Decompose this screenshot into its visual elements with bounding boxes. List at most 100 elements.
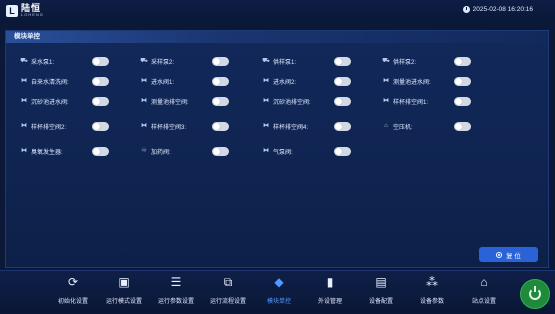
control-item: ⛟ 供样泵2: <box>382 55 416 67</box>
reset-icon <box>496 251 503 258</box>
control-label: 样杯排空阀3: <box>151 124 187 131</box>
valve-icon: ⧓ <box>141 78 147 84</box>
control-item: ⧓ 测量池进水阀: <box>382 75 431 87</box>
control-toggle[interactable] <box>334 76 351 86</box>
control-label: 加药阀: <box>151 149 171 156</box>
control-toggle[interactable] <box>334 96 351 106</box>
control-label: 采水泵1: <box>31 59 55 66</box>
init-icon: ⟳ <box>67 275 79 289</box>
nav-item[interactable]: ⌂ 站点设置 <box>454 275 514 311</box>
valve-icon: ⧓ <box>263 148 269 154</box>
control-toggle[interactable] <box>92 76 109 86</box>
module-icon: ◆ <box>274 275 284 289</box>
mode-icon: ▣ <box>118 275 130 289</box>
control-toggle[interactable] <box>92 56 109 66</box>
params-icon: ☰ <box>170 275 182 289</box>
control-toggle[interactable] <box>212 56 229 66</box>
power-button[interactable] <box>520 279 550 309</box>
control-toggle[interactable] <box>454 76 471 86</box>
control-toggle[interactable] <box>212 96 229 106</box>
peripheral-icon: ▮ <box>326 275 334 289</box>
module-control-panel: 模块单控 ⛟ 采水泵1: ⛟ 采样泵2: ⛟ 供样泵1: ⛟ 供样泵2: ⧓ 自来水清洗阀: ⧓ 进水… <box>5 30 549 268</box>
nav-item-label: 设备参数 <box>419 299 444 305</box>
nav-item-label: 初始化设置 <box>57 299 88 305</box>
control-toggle[interactable] <box>212 76 229 86</box>
control-item: ⧓ 沉砂池排空阀: <box>262 95 311 107</box>
nav-item[interactable]: ⁂ 设备参数 <box>402 275 462 311</box>
control-item: ⧓ 样杯排空阀1: <box>382 95 428 107</box>
control-label: 空压机: <box>393 124 413 131</box>
valve-icon: ⧓ <box>263 98 269 104</box>
pump-icon: ⛟ <box>262 58 270 64</box>
pump-icon: ⛟ <box>382 58 390 64</box>
control-item: ⛟ 采样泵2: <box>140 55 174 67</box>
reset-button[interactable]: 复 位 <box>479 247 538 262</box>
compressor-icon: ⌂ <box>384 123 388 129</box>
datetime-text: 2025-02-08 16:20:16 <box>472 6 533 13</box>
control-label: 样杯排空阀2: <box>31 124 67 131</box>
control-item: ⧓ 测量池排空阀: <box>140 95 189 107</box>
bottom-nav-bar: ⟳ 初始化设置 ▣ 运行模式设置 ☰ 运行参数设置 ⧉ 运行流程设置 ◆ 模块单控 ▮ 外设管理 ▤ 设备… <box>0 270 555 314</box>
nav-item-label: 运行模式设置 <box>105 299 142 305</box>
control-toggle[interactable] <box>212 146 229 156</box>
control-toggle[interactable] <box>334 146 351 156</box>
control-item: ⧓ 自来水清洗阀: <box>20 75 69 87</box>
control-toggle[interactable] <box>454 121 471 131</box>
control-toggle[interactable] <box>92 121 109 131</box>
control-item: ⛟ 供样泵1: <box>262 55 296 67</box>
nav-item-label: 设备配置 <box>368 299 393 305</box>
valve-icon: ⧓ <box>141 123 147 129</box>
control-label: 沉砂池进水阀: <box>31 99 69 106</box>
control-item: ⧓ 进水阀1: <box>140 75 174 87</box>
control-toggle[interactable] <box>92 146 109 156</box>
dosing-icon: ♾ <box>141 148 147 154</box>
nav-item-label: 模块单控 <box>266 299 291 305</box>
nav-item[interactable]: ▣ 运行模式设置 <box>94 275 154 311</box>
panel-title: 模块单控 <box>6 31 548 43</box>
pump-icon: ⛟ <box>20 58 28 64</box>
control-toggle[interactable] <box>212 121 229 131</box>
control-label: 样杯排空阀4: <box>273 124 309 131</box>
device-params-icon: ⁂ <box>426 275 438 289</box>
control-label: 臭氧发生器: <box>31 149 63 156</box>
control-toggle[interactable] <box>334 56 351 66</box>
control-item: ⧓ 样杯排空阀2: <box>20 120 66 132</box>
logo-mark: L <box>6 4 18 17</box>
nav-item-label: 运行流程设置 <box>209 299 246 305</box>
control-toggle[interactable] <box>334 121 351 131</box>
nav-item-label: 站点设置 <box>471 299 496 305</box>
control-label: 测量池进水阀: <box>393 79 431 86</box>
control-label: 样杯排空阀1: <box>393 99 429 106</box>
top-bar: L 陆恒 LOHENG 2025-02-08 16:20:16 <box>0 0 555 22</box>
nav-item[interactable]: ☰ 运行参数设置 <box>146 275 206 311</box>
reset-button-label: 复 位 <box>506 252 521 260</box>
control-toggle[interactable] <box>92 96 109 106</box>
control-item: ⧓ 样杯排空阀3: <box>140 120 186 132</box>
logo-subtitle: LOHENG <box>21 12 44 17</box>
nav-item-label: 外设管理 <box>317 299 342 305</box>
valve-icon: ⧓ <box>21 78 27 84</box>
control-toggle[interactable] <box>454 56 471 66</box>
valve-icon: ⧓ <box>21 98 27 104</box>
nav-item-label: 运行参数设置 <box>157 299 194 305</box>
valve-icon: ⧓ <box>141 98 147 104</box>
valve-icon: ⧓ <box>263 78 269 84</box>
flow-icon: ⧉ <box>223 275 233 289</box>
control-item: ⧓ 沉砂池进水阀: <box>20 95 69 107</box>
valve-icon: ⧓ <box>383 78 389 84</box>
control-label: 气泵阀: <box>273 149 293 156</box>
control-label: 自来水清洗阀: <box>31 79 69 86</box>
valve-icon: ⧓ <box>21 148 27 154</box>
control-label: 采样泵2: <box>151 59 175 66</box>
control-label: 供样泵1: <box>273 59 297 66</box>
valve-icon: ⧓ <box>383 98 389 104</box>
brand-logo: L 陆恒 LOHENG <box>6 4 44 17</box>
control-label: 沉砂池排空阀: <box>273 99 311 106</box>
control-label: 供样泵2: <box>393 59 417 66</box>
control-item: ⌂ 空压机: <box>382 120 413 132</box>
control-label: 进水阀2: <box>273 79 297 86</box>
valve-icon: ⧓ <box>263 123 269 129</box>
control-toggle[interactable] <box>454 96 471 106</box>
control-label: 测量池排空阀: <box>151 99 189 106</box>
clock-icon <box>462 6 470 13</box>
